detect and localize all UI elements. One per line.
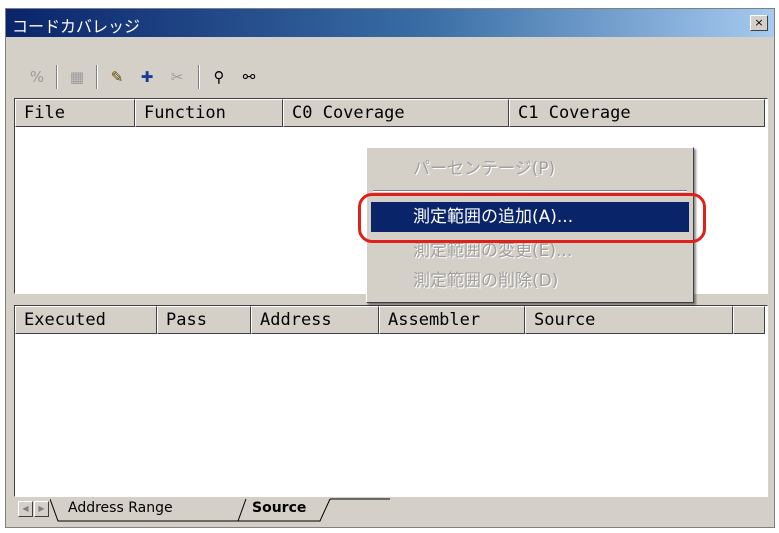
highlight-annotation — [358, 193, 706, 243]
menu-item-delete-range[interactable]: 測定範囲の削除(D) — [371, 266, 689, 296]
add-range-icon[interactable]: ✚ — [134, 65, 160, 89]
column-header-c1-coverage[interactable]: C1 Coverage — [509, 99, 765, 127]
tab-source[interactable]: Source — [252, 497, 306, 521]
coverage-graph-icon[interactable]: ▦ — [64, 65, 90, 89]
close-button[interactable]: × — [750, 15, 768, 31]
column-header-assembler[interactable]: Assembler — [379, 306, 525, 334]
column-header-c0-coverage[interactable]: C0 Coverage — [283, 99, 509, 127]
toolbar-separator — [96, 65, 98, 89]
title-bar[interactable]: コードカバレッジ × — [6, 9, 774, 37]
column-header-function[interactable]: Function — [135, 99, 283, 127]
column-header-executed[interactable]: Executed — [15, 306, 157, 334]
tab-scroll-right-button[interactable]: ▶ — [34, 501, 49, 517]
find-next-icon[interactable]: ⚯ — [236, 65, 262, 89]
column-header-filler — [733, 306, 765, 334]
column-header-file[interactable]: File — [15, 99, 135, 127]
tab-strip: ◀ ▶ Address Range Source — [14, 497, 768, 523]
tab-address-range[interactable]: Address Range — [68, 497, 173, 521]
column-header-pass[interactable]: Pass — [157, 306, 251, 334]
tab-scroll-left-button[interactable]: ◀ — [18, 501, 33, 517]
toolbar: % ▦ ✎ ✚ ✂ ⚲ ⚯ — [6, 59, 774, 97]
menu-item-percentage[interactable]: パーセンテージ(P) — [371, 154, 689, 184]
delete-range-icon[interactable]: ✂ — [164, 65, 190, 89]
toolbar-separator — [198, 65, 200, 89]
column-header-address[interactable]: Address — [251, 306, 379, 334]
source-coverage-list[interactable]: Executed Pass Address Assembler Source — [14, 305, 768, 497]
toolbar-separator — [56, 65, 58, 89]
edit-range-icon[interactable]: ✎ — [104, 65, 130, 89]
column-header-source[interactable]: Source — [525, 306, 733, 334]
find-icon[interactable]: ⚲ — [206, 65, 232, 89]
window-title: コードカバレッジ — [12, 17, 141, 36]
percent-icon[interactable]: % — [24, 65, 50, 89]
menu-separator — [373, 190, 687, 192]
